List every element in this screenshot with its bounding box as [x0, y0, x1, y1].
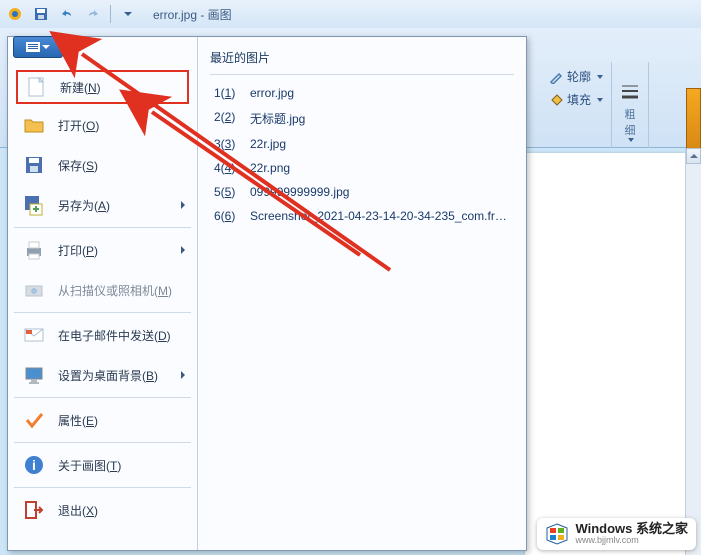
menu-item-label: 设置为桌面背景(B): [58, 367, 158, 384]
canvas[interactable]: [525, 153, 685, 555]
menu-item-t[interactable]: i 关于画图(T): [8, 445, 197, 485]
chevron-down-icon: [597, 75, 603, 79]
menu-icon: [20, 321, 48, 349]
menu-separator: [14, 227, 191, 228]
watermark-title: Windows 系统之家: [575, 522, 688, 536]
menu-icon: [20, 191, 48, 219]
menu-commands: 新建(N) 打开(O) 保存(S) 另存为(A) 打印(P) 从扫描仪或照相机(M) 在电子…: [8, 37, 198, 550]
menu-icon: [20, 406, 48, 434]
recent-header: 最近的图片: [210, 45, 514, 75]
windows-logo-icon: [545, 522, 569, 546]
undo-icon[interactable]: [56, 3, 78, 25]
chevron-down-icon: [597, 98, 603, 102]
outline-button[interactable]: 轮廓: [545, 66, 607, 87]
menu-item-a[interactable]: 另存为(A): [8, 185, 197, 225]
recent-filename: 099999999999.jpg: [250, 185, 349, 199]
menu-item-s[interactable]: 保存(S): [8, 145, 197, 185]
menu-separator: [14, 442, 191, 443]
chevron-right-icon: [181, 201, 185, 209]
save-icon[interactable]: [30, 3, 52, 25]
recent-num: 5(5): [214, 185, 246, 199]
chevron-down-icon: [42, 45, 50, 49]
qat-customize-icon[interactable]: [117, 3, 139, 25]
menu-item-label: 在电子邮件中发送(D): [58, 327, 171, 344]
recent-num: 1(1): [214, 86, 246, 100]
menu-icon: [20, 276, 48, 304]
recent-item[interactable]: 6(6) Screenshot_2021-04-23-14-20-34-235_c…: [210, 204, 514, 228]
file-menu-dropdown: 新建(N) 打开(O) 保存(S) 另存为(A) 打印(P) 从扫描仪或照相机(M) 在电子…: [7, 36, 527, 551]
menu-item-label: 打开(O): [58, 117, 99, 134]
menu-separator: [14, 312, 191, 313]
title-bar: error.jpg - 画图: [0, 0, 701, 28]
menu-item-m[interactable]: 从扫描仪或照相机(M): [8, 270, 197, 310]
window-title: error.jpg - 画图: [153, 6, 232, 23]
recent-num: 2(2): [214, 110, 246, 127]
menu-icon: [20, 496, 48, 524]
recent-filename: 22r.png: [250, 161, 290, 175]
recent-item[interactable]: 5(5) 099999999999.jpg: [210, 180, 514, 204]
recent-filename: 22r.jpg: [250, 137, 286, 151]
menu-item-label: 从扫描仪或照相机(M): [58, 282, 172, 299]
menu-icon: i: [20, 451, 48, 479]
menu-item-label: 关于画图(T): [58, 457, 121, 474]
menu-item-e[interactable]: 属性(E): [8, 400, 197, 440]
chevron-right-icon: [181, 246, 185, 254]
menu-icon: [20, 111, 48, 139]
menu-icon: [20, 361, 48, 389]
recent-item[interactable]: 2(2)无标题.jpg: [210, 105, 514, 132]
menu-item-label: 新建(N): [60, 79, 101, 96]
menu-item-label: 保存(S): [58, 157, 98, 174]
vertical-scrollbar[interactable]: [685, 148, 701, 555]
bucket-icon: [549, 93, 563, 107]
app-icon[interactable]: [4, 3, 26, 25]
menu-item-n[interactable]: 新建(N): [16, 70, 189, 104]
document-icon: [26, 42, 40, 52]
menu-separator: [14, 397, 191, 398]
fill-button[interactable]: 填充: [545, 89, 607, 110]
menu-icon: [20, 236, 48, 264]
menu-item-o[interactable]: 打开(O): [8, 105, 197, 145]
recent-filename: Screenshot_2021-04-23-14-20-34-235_com.f…: [250, 209, 510, 223]
menu-item-label: 另存为(A): [58, 197, 110, 214]
recent-item[interactable]: 1(1) error.jpg: [210, 81, 514, 105]
menu-item-b[interactable]: 设置为桌面背景(B): [8, 355, 197, 395]
recent-filename: 无标题.jpg: [250, 110, 305, 127]
scroll-up-icon[interactable]: [686, 148, 701, 164]
ribbon-shapes-group: 轮廓 填充 粗 细: [541, 62, 701, 162]
menu-item-d[interactable]: 在电子邮件中发送(D): [8, 315, 197, 355]
recent-num: 3(3): [214, 137, 246, 151]
svg-text:i: i: [32, 457, 36, 473]
fill-label: 填充: [567, 91, 591, 108]
recent-filename: error.jpg: [250, 86, 294, 100]
menu-item-x[interactable]: 退出(X): [8, 490, 197, 530]
recent-panel: 最近的图片 1(1) error.jpg 2(2)无标题.jpg 3(3) 22r.jp…: [198, 37, 526, 550]
chevron-right-icon: [181, 371, 185, 379]
menu-item-label: 退出(X): [58, 502, 98, 519]
pencil-icon: [549, 70, 563, 84]
recent-item[interactable]: 3(3) 22r.jpg: [210, 132, 514, 156]
outline-label: 轮廓: [567, 68, 591, 85]
menu-separator: [14, 487, 191, 488]
thickness-label[interactable]: 粗 细: [625, 106, 636, 138]
chevron-down-icon: [628, 138, 634, 142]
menu-item-p[interactable]: 打印(P): [8, 230, 197, 270]
recent-item[interactable]: 4(4) 22r.png: [210, 156, 514, 180]
recent-num: 4(4): [214, 161, 246, 175]
watermark-url: www.bjjmlv.com: [575, 536, 688, 546]
redo-icon[interactable]: [82, 3, 104, 25]
menu-item-label: 属性(E): [58, 412, 98, 429]
recent-num: 6(6): [214, 209, 246, 223]
watermark: Windows 系统之家 www.bjjmlv.com: [537, 518, 696, 550]
menu-item-label: 打印(P): [58, 242, 98, 259]
menu-icon: [20, 151, 48, 179]
menu-icon: [22, 73, 50, 101]
file-menu-button[interactable]: [13, 36, 63, 58]
divider: [110, 5, 111, 23]
thickness-icon: [620, 82, 640, 102]
